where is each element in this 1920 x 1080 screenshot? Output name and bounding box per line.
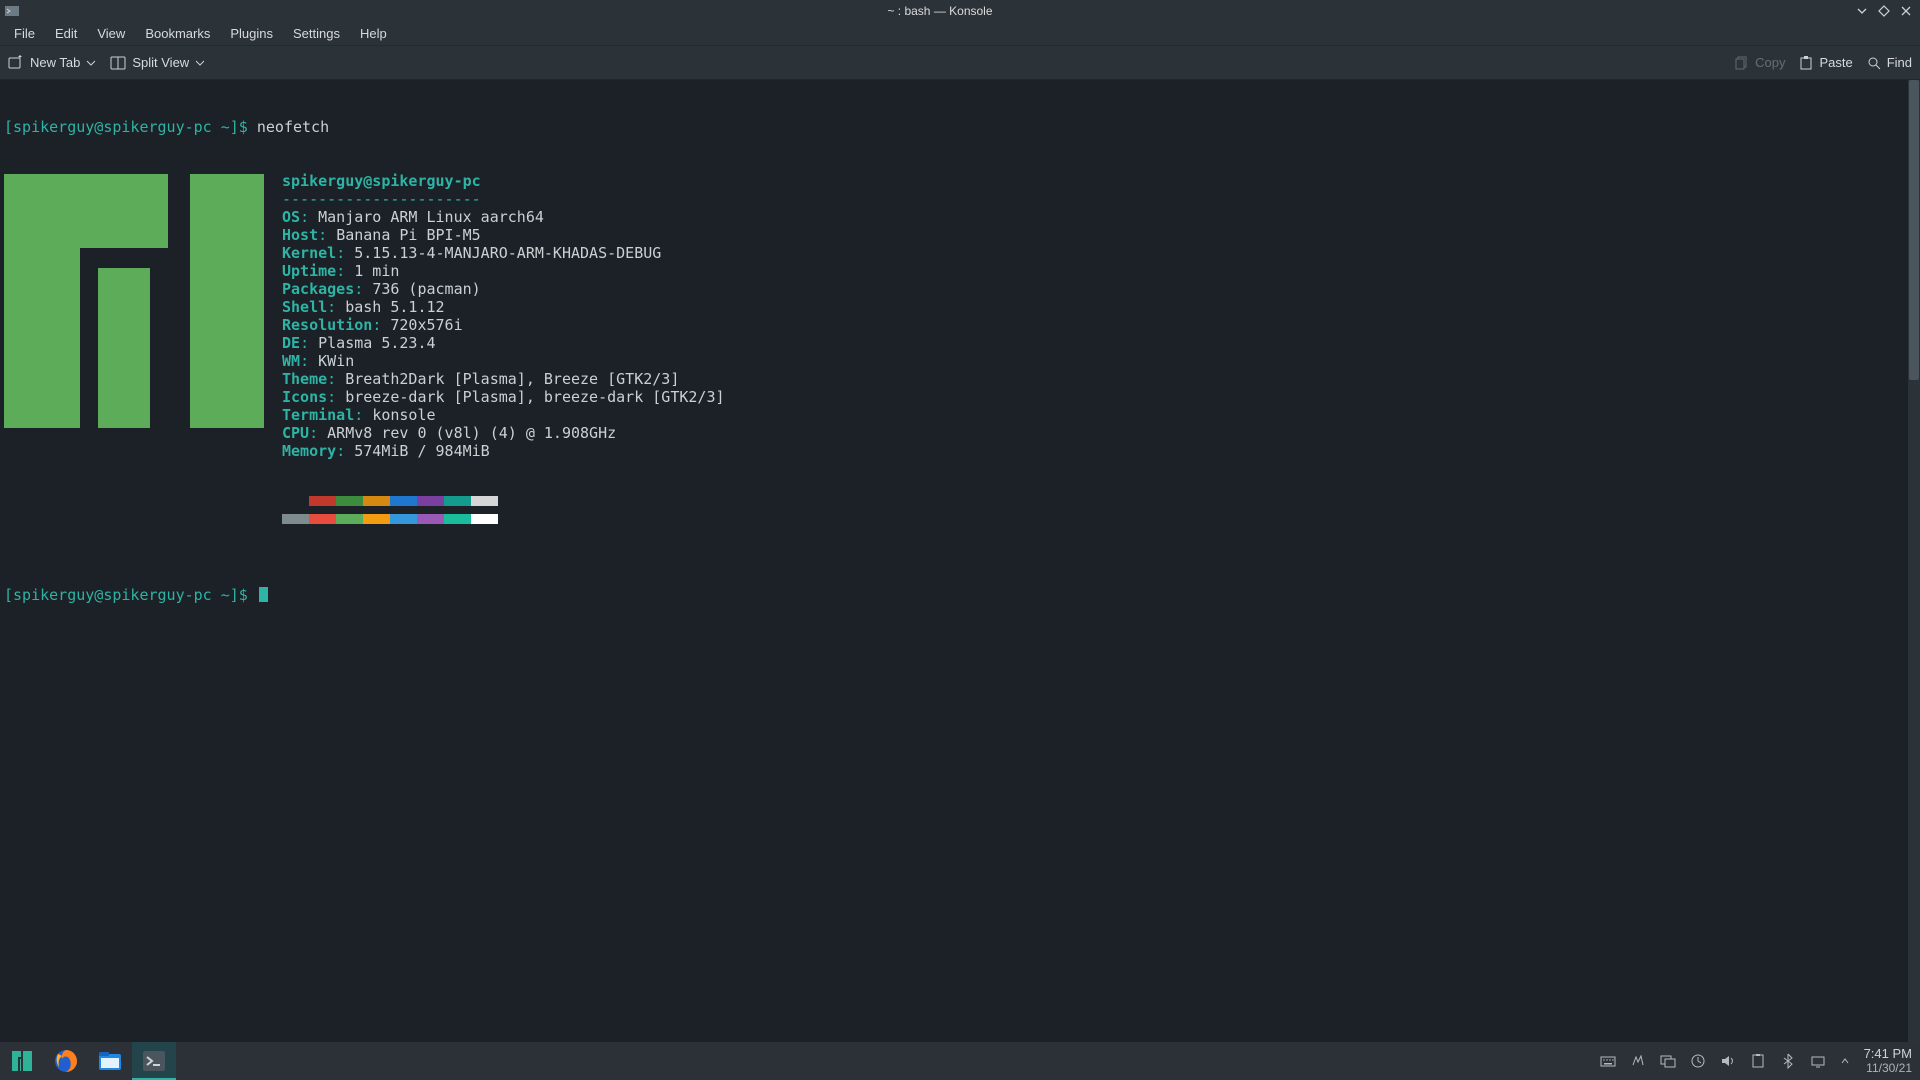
menu-file[interactable]: File — [4, 24, 45, 43]
copy-icon — [1735, 56, 1749, 70]
close-button[interactable] — [1900, 5, 1912, 17]
terminal-viewport: [spikerguy@spikerguy-pc ~]$ neofetch spi… — [0, 80, 1920, 1042]
toolbar: New Tab Split View Copy Paste Find — [0, 46, 1920, 80]
taskbar: 7:41 PM 11/30/21 — [0, 1042, 1920, 1080]
split-view-label: Split View — [132, 55, 189, 70]
system-info: spikerguy@spikerguy-pc------------------… — [282, 172, 725, 514]
menubar: File Edit View Bookmarks Plugins Setting… — [0, 22, 1920, 46]
clock[interactable]: 7:41 PM 11/30/21 — [1858, 1047, 1920, 1075]
scrollbar-thumb[interactable] — [1909, 80, 1919, 380]
maximize-button[interactable] — [1878, 5, 1890, 17]
split-view-icon — [110, 55, 126, 71]
terminal[interactable]: [spikerguy@spikerguy-pc ~]$ neofetch spi… — [0, 80, 1908, 1042]
minimize-button[interactable] — [1856, 5, 1868, 17]
konsole-task-icon[interactable] — [132, 1042, 176, 1080]
neofetch-output: spikerguy@spikerguy-pc------------------… — [4, 172, 1904, 514]
menu-help[interactable]: Help — [350, 24, 397, 43]
window-controls — [1856, 5, 1920, 17]
volume-icon[interactable] — [1720, 1053, 1736, 1069]
find-label: Find — [1887, 55, 1912, 70]
window-title: ~ : bash — Konsole — [24, 4, 1856, 18]
copy-label: Copy — [1755, 55, 1785, 70]
firefox-icon[interactable] — [44, 1042, 88, 1080]
app-icon — [0, 4, 24, 18]
clipboard-icon[interactable] — [1750, 1053, 1766, 1069]
network-icon[interactable] — [1810, 1053, 1826, 1069]
prompt-line-idle: [spikerguy@spikerguy-pc ~]$ — [4, 586, 1904, 604]
system-tray — [1600, 1053, 1858, 1069]
prompt-prefix: [spikerguy@spikerguy-pc ~]$ — [4, 118, 248, 136]
menu-bookmarks[interactable]: Bookmarks — [135, 24, 220, 43]
window-titlebar: ~ : bash — Konsole — [0, 0, 1920, 22]
split-view-button[interactable]: Split View — [110, 55, 205, 71]
file-manager-icon[interactable] — [88, 1042, 132, 1080]
find-button[interactable]: Find — [1867, 55, 1912, 70]
paste-label: Paste — [1819, 55, 1852, 70]
paste-button[interactable]: Paste — [1799, 55, 1852, 70]
search-icon — [1867, 56, 1881, 70]
new-tab-button[interactable]: New Tab — [8, 55, 96, 71]
copy-button[interactable]: Copy — [1735, 55, 1785, 70]
keyboard-layout-icon[interactable] — [1600, 1053, 1616, 1069]
chevron-down-icon — [86, 58, 96, 68]
display-icon[interactable] — [1660, 1053, 1676, 1069]
menu-view[interactable]: View — [87, 24, 135, 43]
bluetooth-icon[interactable] — [1780, 1053, 1796, 1069]
new-tab-icon — [8, 55, 24, 71]
cursor — [259, 587, 268, 602]
clock-time: 7:41 PM — [1864, 1047, 1912, 1061]
prompt-line: [spikerguy@spikerguy-pc ~]$ neofetch — [4, 118, 1904, 136]
command-text: neofetch — [257, 118, 329, 136]
prompt-prefix: [spikerguy@spikerguy-pc ~]$ — [4, 586, 248, 604]
start-menu-button[interactable] — [0, 1042, 44, 1080]
new-tab-label: New Tab — [30, 55, 80, 70]
menu-edit[interactable]: Edit — [45, 24, 87, 43]
kde-connect-icon[interactable] — [1630, 1053, 1646, 1069]
paste-icon — [1799, 56, 1813, 70]
updates-icon[interactable] — [1690, 1053, 1706, 1069]
menu-settings[interactable]: Settings — [283, 24, 350, 43]
tray-expand-icon[interactable] — [1840, 1056, 1850, 1066]
chevron-down-icon — [195, 58, 205, 68]
distro-logo — [4, 174, 264, 434]
scrollbar[interactable] — [1908, 80, 1920, 1042]
clock-date: 11/30/21 — [1864, 1061, 1912, 1075]
menu-plugins[interactable]: Plugins — [220, 24, 283, 43]
